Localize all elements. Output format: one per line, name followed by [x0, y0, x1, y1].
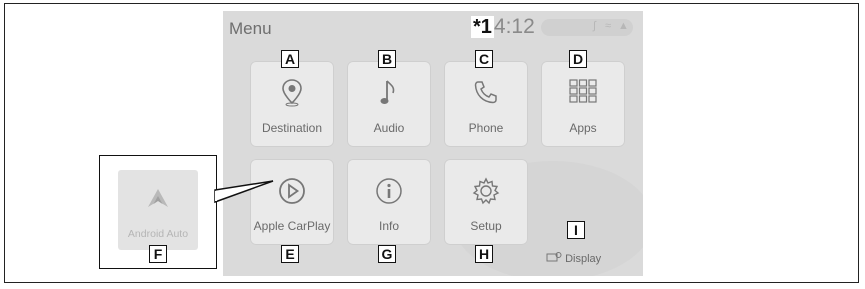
callout-pointer: [214, 180, 274, 204]
callout-i: I: [567, 221, 585, 239]
callout-g: G: [378, 245, 396, 263]
callout-h: H: [475, 245, 493, 263]
callout-f: F: [149, 245, 167, 263]
callout-e: E: [281, 245, 299, 263]
